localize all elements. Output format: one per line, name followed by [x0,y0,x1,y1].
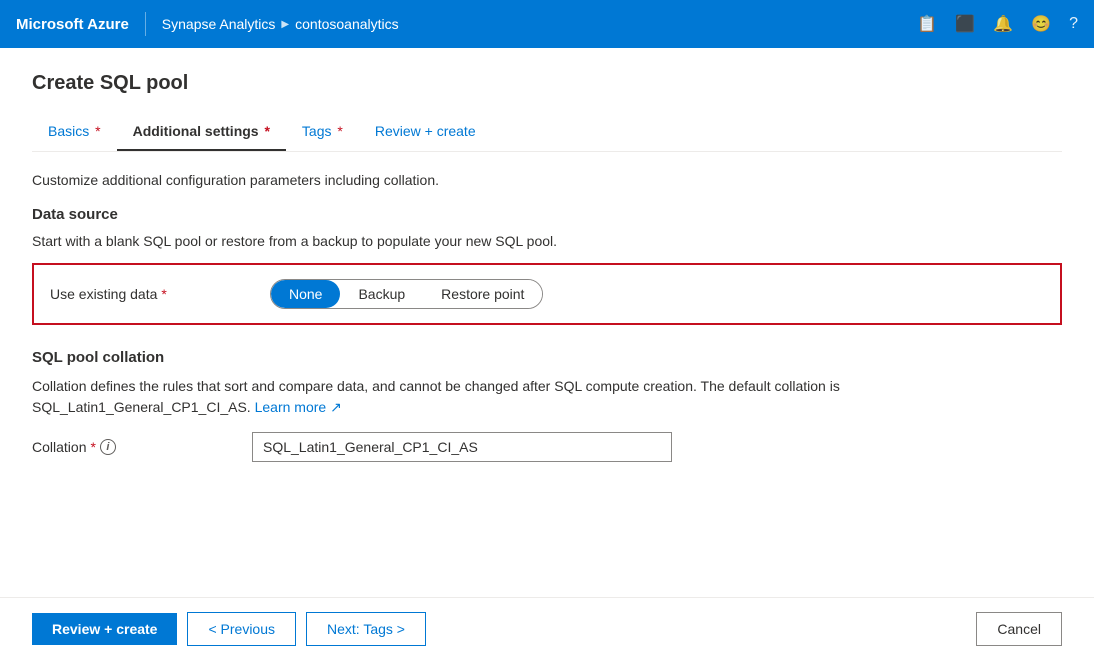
cancel-button[interactable]: Cancel [976,612,1062,646]
toggle-backup[interactable]: Backup [340,280,423,308]
previous-button[interactable]: < Previous [187,612,296,646]
collation-input[interactable] [252,432,672,462]
tab-review-create[interactable]: Review + create [359,115,492,151]
collation-desc: Collation defines the rules that sort an… [32,376,1062,418]
brand-name: Microsoft Azure [16,16,129,33]
breadcrumb-arrow: ▶ [281,19,289,30]
tab-additional-settings[interactable]: Additional settings * [117,115,286,151]
bottom-bar: Review + create < Previous Next: Tags > … [0,597,1094,660]
breadcrumb: Synapse Analytics ▶ contosoanalytics [162,16,399,32]
breadcrumb-workspace[interactable]: contosoanalytics [295,16,399,32]
account-icon[interactable]: 😊 [1031,14,1051,34]
collation-title: SQL pool collation [32,349,1062,366]
main-content: Create SQL pool Basics * Additional sett… [0,48,1094,660]
tab-tags[interactable]: Tags * [286,115,359,151]
collation-label: Collation * i [32,439,232,455]
data-source-toggle-group: None Backup Restore point [270,279,543,309]
data-source-desc: Start with a blank SQL pool or restore f… [32,233,1062,249]
toggle-none[interactable]: None [271,280,340,308]
notification-icon[interactable]: 🔔 [993,14,1013,34]
collation-info-icon[interactable]: i [100,439,116,455]
tab-basics[interactable]: Basics * [32,115,117,151]
header-separator [145,12,146,36]
use-existing-data-row: Use existing data * None Backup Restore … [32,263,1062,325]
page-title: Create SQL pool [32,72,1062,95]
header-icons: 📋 ⬛ 🔔 😊 ? [917,14,1078,34]
review-create-button[interactable]: Review + create [32,613,177,645]
feedback-icon[interactable]: 📋 [917,14,937,34]
tab-bar: Basics * Additional settings * Tags * Re… [32,115,1062,152]
breadcrumb-synapse[interactable]: Synapse Analytics [162,16,276,32]
help-icon[interactable]: ? [1069,15,1078,33]
learn-more-link[interactable]: Learn more ↗ [255,399,342,415]
intro-text: Customize additional configuration param… [32,172,1062,188]
header: Microsoft Azure Synapse Analytics ▶ cont… [0,0,1094,48]
portal-icon[interactable]: ⬛ [955,14,975,34]
collation-field-row: Collation * i [32,432,1062,462]
data-source-title: Data source [32,206,1062,223]
next-button[interactable]: Next: Tags > [306,612,426,646]
use-existing-data-label: Use existing data * [50,286,250,302]
toggle-restore-point[interactable]: Restore point [423,280,542,308]
